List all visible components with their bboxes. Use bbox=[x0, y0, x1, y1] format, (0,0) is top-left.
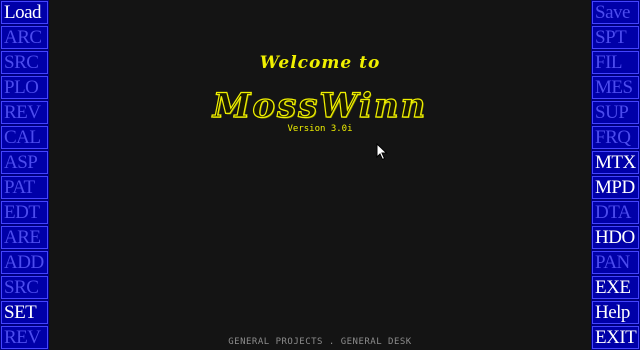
left-menu-button-edt[interactable]: EDT bbox=[1, 201, 48, 224]
right-menu-button-pan[interactable]: PAN bbox=[592, 251, 639, 274]
left-menu-button-rev[interactable]: REV bbox=[1, 101, 48, 124]
left-menu-button-rev[interactable]: REV bbox=[1, 326, 48, 349]
left-menu-button-src[interactable]: SRC bbox=[1, 51, 48, 74]
right-menu-button-help[interactable]: Help bbox=[592, 301, 639, 324]
left-menu-button-asp[interactable]: ASP bbox=[1, 151, 48, 174]
left-menu-button-plo[interactable]: PLO bbox=[1, 76, 48, 99]
left-menu-button-arc[interactable]: ARC bbox=[1, 26, 48, 49]
status-footer: GENERAL PROJECTS . GENERAL DESK bbox=[228, 337, 412, 347]
version-label: Version 3.0i bbox=[287, 124, 353, 134]
right-menu-button-frq[interactable]: FRQ bbox=[592, 126, 639, 149]
left-menu: Load ARC SRC PLO REV CAL ASP PAT EDT ARE ADD SRC SET… bbox=[0, 0, 49, 350]
right-menu-button-mes[interactable]: MES bbox=[592, 76, 639, 99]
left-menu-button-add[interactable]: ADD bbox=[1, 251, 48, 274]
mouse-pointer-icon bbox=[376, 143, 388, 161]
right-menu-button-save[interactable]: Save bbox=[592, 1, 639, 24]
welcome-text: Welcome to bbox=[259, 53, 381, 73]
right-menu-button-fil[interactable]: FIL bbox=[592, 51, 639, 74]
right-menu-button-mpd[interactable]: MPD bbox=[592, 176, 639, 199]
right-menu-button-spt[interactable]: SPT bbox=[592, 26, 639, 49]
left-menu-button-load[interactable]: Load bbox=[1, 1, 48, 24]
left-menu-button-cal[interactable]: CAL bbox=[1, 126, 48, 149]
left-menu-button-src[interactable]: SRC bbox=[1, 276, 48, 299]
product-logo: MossWinn bbox=[212, 85, 428, 126]
right-menu-button-sup[interactable]: SUP bbox=[592, 101, 639, 124]
left-menu-button-are[interactable]: ARE bbox=[1, 226, 48, 249]
left-menu-button-pat[interactable]: PAT bbox=[1, 176, 48, 199]
right-menu-button-dta[interactable]: DTA bbox=[592, 201, 639, 224]
right-menu-button-hdo[interactable]: HDO bbox=[592, 226, 639, 249]
mosswinn-screen: Load ARC SRC PLO REV CAL ASP PAT EDT ARE ADD SRC SET… bbox=[0, 0, 640, 350]
left-menu-button-set[interactable]: SET bbox=[1, 301, 48, 324]
right-menu: Save SPT FIL MES SUP FRQ MTX MPD DTA HDO PAN EXE Hel… bbox=[591, 0, 640, 350]
right-menu-button-mtx[interactable]: MTX bbox=[592, 151, 639, 174]
right-menu-button-exit[interactable]: EXIT bbox=[592, 326, 639, 349]
right-menu-button-exe[interactable]: EXE bbox=[592, 276, 639, 299]
